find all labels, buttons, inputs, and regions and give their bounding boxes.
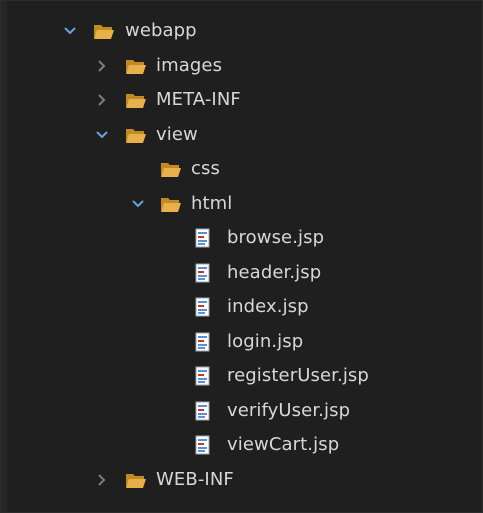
project-explorer-panel: webapp images META-INF view css html bro…: [0, 0, 483, 513]
tree-node-view[interactable]: view: [1, 118, 482, 153]
tree-node-label: css: [191, 158, 220, 180]
folder-open-icon: [125, 91, 147, 109]
tree-node-header-jsp[interactable]: header.jsp: [1, 256, 482, 291]
chevron-right-icon[interactable]: [93, 91, 111, 109]
folder-open-icon: [125, 126, 147, 144]
tree-node-browse-jsp[interactable]: browse.jsp: [1, 221, 482, 256]
chevron-right-icon[interactable]: [93, 57, 111, 75]
tree-node-label: browse.jsp: [227, 227, 325, 249]
jsp-file-icon: [195, 401, 211, 421]
tree-node-label: header.jsp: [227, 261, 322, 283]
jsp-file-icon: [195, 228, 211, 248]
chevron-down-icon[interactable]: [129, 195, 147, 213]
jsp-file-icon: [195, 435, 211, 455]
jsp-file-icon: [195, 263, 211, 283]
tree-node-index-jsp[interactable]: index.jsp: [1, 290, 482, 325]
jsp-file-icon: [195, 297, 211, 317]
tree-node-meta-inf[interactable]: META-INF: [1, 83, 482, 118]
folder-open-icon: [125, 471, 147, 489]
tree-node-label: WEB-INF: [156, 468, 234, 490]
tree-node-registeruser-jsp[interactable]: registerUser.jsp: [1, 359, 482, 394]
jsp-file-icon: [195, 332, 211, 352]
tree-node-label: META-INF: [156, 89, 241, 111]
tree-node-label: viewCart.jsp: [227, 434, 340, 456]
tree-node-css[interactable]: css: [1, 152, 482, 187]
folder-open-icon: [125, 57, 147, 75]
chevron-down-icon[interactable]: [61, 22, 79, 40]
tree-node-web-inf[interactable]: WEB-INF: [1, 463, 482, 498]
tree-node-label: webapp: [125, 20, 197, 42]
tree-node-webapp[interactable]: webapp: [1, 14, 482, 49]
tree-node-label: login.jsp: [227, 330, 304, 352]
chevron-down-icon[interactable]: [93, 126, 111, 144]
tree-node-viewcart-jsp[interactable]: viewCart.jsp: [1, 428, 482, 463]
folder-open-icon: [93, 22, 115, 40]
tree-node-label: images: [156, 54, 223, 76]
tree-node-label: registerUser.jsp: [227, 365, 369, 387]
tree-node-login-jsp[interactable]: login.jsp: [1, 325, 482, 360]
file-tree: webapp images META-INF view css html bro…: [1, 14, 482, 497]
tree-node-label: view: [156, 123, 198, 145]
tree-node-html[interactable]: html: [1, 187, 482, 222]
tree-node-images[interactable]: images: [1, 49, 482, 84]
tree-node-label: html: [191, 192, 233, 214]
folder-open-icon: [160, 160, 182, 178]
folder-open-icon: [160, 195, 182, 213]
chevron-right-icon[interactable]: [93, 471, 111, 489]
tree-node-label: verifyUser.jsp: [227, 399, 351, 421]
tree-node-verifyuser-jsp[interactable]: verifyUser.jsp: [1, 394, 482, 429]
tree-node-label: index.jsp: [227, 296, 309, 318]
jsp-file-icon: [195, 366, 211, 386]
